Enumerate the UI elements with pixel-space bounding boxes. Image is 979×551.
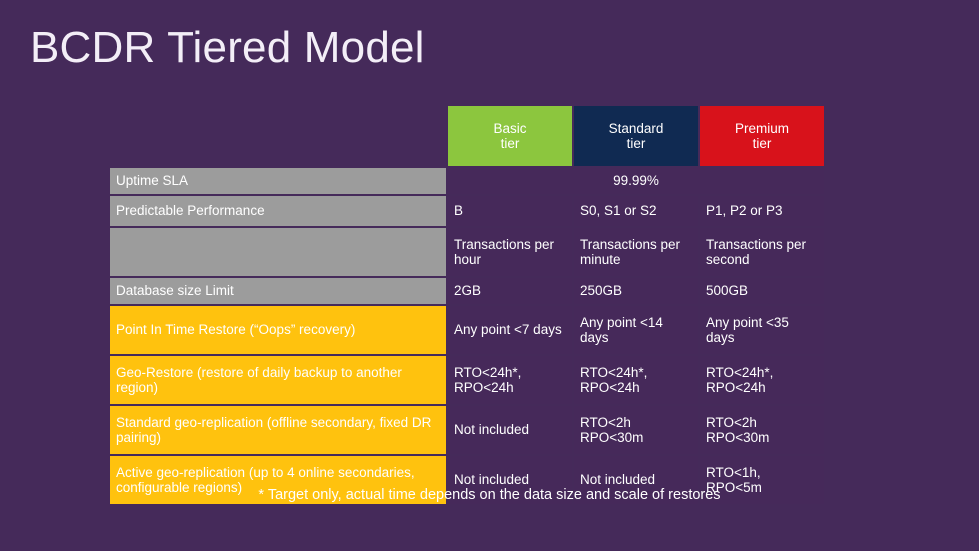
bcdr-tier-table: Basic tier Standard tier Premium tier Up… bbox=[108, 104, 826, 506]
row-label-uptime-sla: Uptime SLA bbox=[110, 168, 446, 194]
cell-pitr-standard: Any point <14 days bbox=[574, 306, 698, 354]
header-cell-blank bbox=[110, 106, 446, 166]
cell-geo-restore-basic: RTO<24h*, RPO<24h bbox=[448, 356, 572, 404]
table-row-geo-restore: Geo-Restore (restore of daily backup to … bbox=[110, 356, 824, 404]
table-row-predictable-performance: Predictable Performance B S0, S1 or S2 P… bbox=[110, 196, 824, 226]
cell-pitr-basic: Any point <7 days bbox=[448, 306, 572, 354]
row-label-database-size-limit: Database size Limit bbox=[110, 278, 446, 304]
cell-standard-geo-repl-standard: RTO<2h RPO<30m bbox=[574, 406, 698, 454]
table-body: Uptime SLA 99.99% Predictable Performanc… bbox=[110, 168, 824, 504]
header-standard-label: Standard bbox=[608, 120, 664, 136]
header-premium-sub: tier bbox=[752, 136, 772, 151]
header-basic-label: Basic bbox=[493, 120, 527, 136]
cell-transactions-basic: Transactions per hour bbox=[448, 228, 572, 276]
footnote-text: * Target only, actual time depends on th… bbox=[258, 487, 721, 503]
cell-standard-geo-repl-basic: Not included bbox=[448, 406, 572, 454]
cell-size-standard: 250GB bbox=[574, 278, 698, 304]
cell-performance-basic: B bbox=[448, 196, 572, 226]
row-label-standard-geo-replication: Standard geo-replication (offline second… bbox=[110, 406, 446, 454]
table-header: Basic tier Standard tier Premium tier bbox=[110, 106, 824, 166]
cell-size-basic: 2GB bbox=[448, 278, 572, 304]
cell-geo-restore-standard: RTO<24h*, RPO<24h bbox=[574, 356, 698, 404]
cell-uptime-sla-all-tiers: 99.99% bbox=[448, 168, 824, 194]
table-row-point-in-time-restore: Point In Time Restore (“Oops” recovery) … bbox=[110, 306, 824, 354]
cell-geo-restore-premium: RTO<24h*, RPO<24h bbox=[700, 356, 824, 404]
cell-standard-geo-repl-premium: RTO<2h RPO<30m bbox=[700, 406, 824, 454]
header-cell-basic-tier: Basic tier bbox=[448, 106, 572, 166]
header-standard-sub: tier bbox=[626, 136, 646, 151]
row-label-predictable-performance: Predictable Performance bbox=[110, 196, 446, 226]
cell-performance-premium: P1, P2 or P3 bbox=[700, 196, 824, 226]
row-label-point-in-time-restore: Point In Time Restore (“Oops” recovery) bbox=[110, 306, 446, 354]
slide-canvas: BCDR Tiered Model Basic tier Standard ti… bbox=[0, 0, 979, 551]
table-row-database-size-limit: Database size Limit 2GB 250GB 500GB bbox=[110, 278, 824, 304]
row-label-transaction-rate bbox=[110, 228, 446, 276]
page-title: BCDR Tiered Model bbox=[30, 23, 425, 72]
table-row-standard-geo-replication: Standard geo-replication (offline second… bbox=[110, 406, 824, 454]
table-row-transaction-rate: Transactions per hour Transactions per m… bbox=[110, 228, 824, 276]
header-premium-label: Premium bbox=[734, 120, 789, 136]
table-row-uptime-sla: Uptime SLA 99.99% bbox=[110, 168, 824, 194]
header-basic-sub: tier bbox=[500, 136, 520, 151]
header-cell-standard-tier: Standard tier bbox=[574, 106, 698, 166]
cell-size-premium: 500GB bbox=[700, 278, 824, 304]
header-row: Basic tier Standard tier Premium tier bbox=[110, 106, 824, 166]
cell-transactions-premium: Transactions per second bbox=[700, 228, 824, 276]
cell-pitr-premium: Any point <35 days bbox=[700, 306, 824, 354]
cell-transactions-standard: Transactions per minute bbox=[574, 228, 698, 276]
cell-performance-standard: S0, S1 or S2 bbox=[574, 196, 698, 226]
row-label-geo-restore: Geo-Restore (restore of daily backup to … bbox=[110, 356, 446, 404]
header-cell-premium-tier: Premium tier bbox=[700, 106, 824, 166]
